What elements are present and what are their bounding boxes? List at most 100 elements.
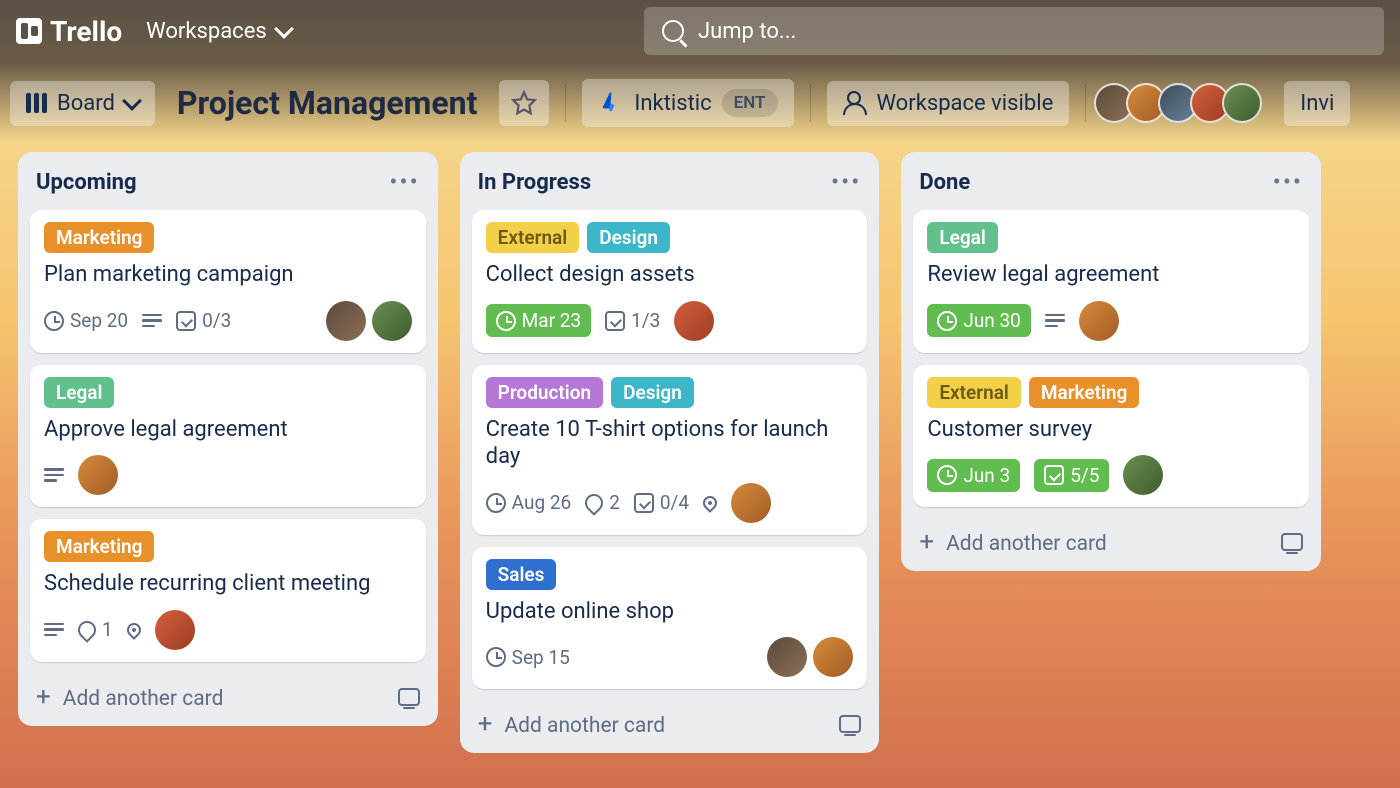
card-badges: Sep 20 0/3 [44,301,412,341]
due-date-badge[interactable]: Aug 26 [486,491,572,514]
card-label[interactable]: Design [611,377,694,408]
checklist-icon [634,493,654,513]
member-avatar[interactable] [326,301,366,341]
divider [565,84,566,122]
card[interactable]: LegalReview legal agreementJun 30 [913,210,1309,353]
board-title[interactable]: Project Management [177,84,478,122]
member-avatar[interactable] [813,637,853,677]
card-members[interactable] [767,637,853,677]
template-icon[interactable] [1281,533,1303,551]
board-canvas: Upcoming ••• MarketingPlan marketing campa… [0,138,1400,753]
location-badge [127,623,141,637]
card-label[interactable]: Marketing [1029,377,1139,408]
visibility-button[interactable]: Workspace visible [827,81,1070,126]
member-avatar[interactable] [372,301,412,341]
card-labels: Sales [486,559,854,590]
card-label[interactable]: Legal [44,377,114,408]
clock-icon [496,311,516,331]
paperclip-icon [74,617,99,642]
due-date-badge[interactable]: Sep 20 [44,309,128,332]
card[interactable]: LegalApprove legal agreement [30,365,426,508]
checklist-count: 1/3 [631,309,660,332]
list-menu-button[interactable]: ••• [831,168,861,196]
chevron-down-icon [274,19,294,39]
checklist-count: 0/3 [202,309,231,332]
card-label[interactable]: Design [587,222,670,253]
card[interactable]: ProductionDesignCreate 10 T-shirt option… [472,365,868,535]
list-menu-button[interactable]: ••• [1273,168,1303,196]
card-members[interactable] [674,301,714,341]
list-menu-button[interactable]: ••• [389,168,419,196]
due-date-badge[interactable]: Mar 23 [486,304,591,337]
card-title: Customer survey [927,416,1295,444]
card-members[interactable] [326,301,412,341]
due-date-badge[interactable]: Sep 15 [486,646,570,669]
card-label[interactable]: External [927,377,1021,408]
due-date-badge[interactable]: Jun 30 [927,304,1031,337]
checklist-icon [605,311,625,331]
list-title[interactable]: Upcoming [36,170,137,195]
card-labels: Production Design [486,377,854,408]
board-members[interactable] [1102,83,1262,123]
add-card-button[interactable]: +Add another card [913,519,1309,561]
template-icon[interactable] [398,688,420,706]
list-header: Upcoming ••• [30,166,426,198]
card-labels: Legal [927,222,1295,253]
workspaces-menu[interactable]: Workspaces [146,19,291,44]
card-members[interactable] [731,483,771,523]
add-card-button[interactable]: +Add another card [30,674,426,716]
due-date-text: Aug 26 [512,491,572,514]
card-label[interactable]: Marketing [44,531,154,562]
plus-icon: + [36,682,51,712]
add-card-label: +Add another card [36,682,223,712]
description-badge [44,468,64,482]
trello-logo[interactable]: Trello [16,15,122,48]
view-switcher[interactable]: Board [10,81,155,126]
checklist-badge: 5/5 [1034,459,1109,492]
list: In Progress ••• ExternalDesignCollect desi… [460,152,880,753]
card-badges: Mar 23 1/3 [486,301,854,341]
card-label[interactable]: Production [486,377,603,408]
card-label[interactable]: Marketing [44,222,154,253]
card-members[interactable] [155,610,195,650]
description-icon [142,314,162,328]
due-date-badge[interactable]: Jun 3 [927,459,1020,492]
card-members[interactable] [1079,301,1119,341]
member-avatar[interactable] [1222,83,1262,123]
add-card-button[interactable]: +Add another card [472,701,868,743]
card-members[interactable] [78,455,118,495]
star-button[interactable] [499,80,549,126]
description-badge [142,314,162,328]
list: Upcoming ••• MarketingPlan marketing campa… [18,152,438,726]
organization-button[interactable]: Inktistic ENT [582,79,793,127]
global-header: Trello Workspaces Jump to... [0,0,1400,62]
trello-logo-icon [16,18,42,44]
chevron-down-icon [122,91,142,111]
member-avatar[interactable] [767,637,807,677]
add-card-label: +Add another card [478,709,665,739]
card-members[interactable] [1123,455,1163,495]
list-title[interactable]: Done [919,170,970,195]
card[interactable]: MarketingSchedule recurring client meeti… [30,519,426,662]
list-title[interactable]: In Progress [478,170,591,195]
card[interactable]: External Marketing Customer survey Jun 3 5/5 [913,365,1309,508]
invite-button[interactable]: Invi [1284,81,1350,126]
template-icon[interactable] [839,715,861,733]
plus-icon: + [919,527,934,557]
card-badges: 1 [44,610,412,650]
card-label[interactable]: Sales [486,559,557,590]
card[interactable]: SalesUpdate online shopSep 15 [472,547,868,690]
attachments-badge: 2 [585,491,620,514]
description-icon [44,468,64,482]
card-labels: External Marketing [927,377,1295,408]
jump-to-search[interactable]: Jump to... [644,7,1384,55]
board-view-icon [26,93,47,113]
card[interactable]: MarketingPlan marketing campaignSep 200/… [30,210,426,353]
invite-label: Invi [1300,91,1334,116]
list: Done ••• LegalReview legal agreementJun 30… [901,152,1321,571]
card-label[interactable]: External [486,222,580,253]
checklist-count: 0/4 [660,491,689,514]
card[interactable]: ExternalDesignCollect design assetsMar 2… [472,210,868,353]
card-label[interactable]: Legal [927,222,997,253]
card-labels: Legal [44,377,412,408]
